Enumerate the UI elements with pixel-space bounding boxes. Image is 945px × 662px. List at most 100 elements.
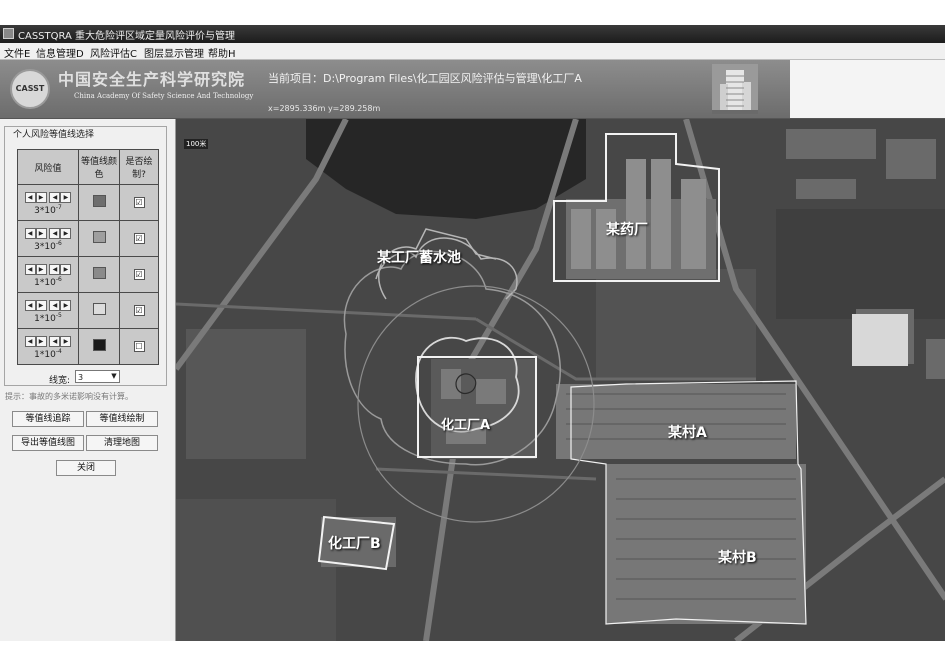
draw-cell: ☐ xyxy=(119,328,159,365)
risk-contour-panel: 个人风险等值线选择 风险值 等值线颜色 是否绘制? ◀ ▶ ◀ ▶ 3*10-7 ☑… xyxy=(0,119,176,641)
color-swatch[interactable] xyxy=(92,267,106,279)
col-draw-header: 是否绘制? xyxy=(119,149,159,185)
table-row: ◀ ▶ ◀ ▶ 1*10-4 ☐ xyxy=(17,328,159,365)
hint-text: 提示：事故的多米诺影响没有计算。 xyxy=(5,392,133,401)
decrease-arrow-icon[interactable]: ◀ xyxy=(49,299,61,311)
draw-cell: ☑ xyxy=(119,220,159,257)
increase-arrow-icon[interactable]: ▶ xyxy=(60,299,72,311)
app-icon xyxy=(3,28,14,39)
table-header: 风险值 等值线颜色 是否绘制? xyxy=(17,149,159,185)
decrease-arrow-icon[interactable]: ◀ xyxy=(24,191,36,203)
satellite-map[interactable]: 100米 某工厂蓄水池 某药厂 化工厂A 某村A 化工厂B 某村B xyxy=(176,119,945,641)
draw-cell: ☑ xyxy=(119,292,159,329)
cursor-coordinates: x=2895.336m y=289.258m xyxy=(268,104,381,113)
contour-trace-button[interactable]: 等值线追踪 xyxy=(12,411,84,427)
draw-checkbox[interactable]: ☑ xyxy=(133,233,145,244)
map-imagery xyxy=(176,119,945,641)
risk-stepper: ◀ ▶ ◀ ▶ xyxy=(18,227,78,239)
close-button[interactable]: 关闭 xyxy=(56,460,116,476)
risk-table: 风险值 等值线颜色 是否绘制? ◀ ▶ ◀ ▶ 3*10-7 ☑ ◀ ▶ ◀ ▶ 3*1… xyxy=(17,149,159,365)
menu-layer-display[interactable]: 图层显示管理 xyxy=(144,45,204,60)
risk-contour-group: 个人风险等值线选择 风险值 等值线颜色 是否绘制? ◀ ▶ ◀ ▶ 3*10-7 ☑… xyxy=(4,126,167,386)
increase-arrow-icon[interactable]: ▶ xyxy=(35,299,47,311)
org-name-en: China Academy Of Safety Science And Tech… xyxy=(74,92,254,100)
menu-risk-assessment[interactable]: 风险评估C xyxy=(90,45,137,60)
map-label-plant-b: 化工厂B xyxy=(328,536,381,552)
table-row: ◀ ▶ ◀ ▶ 3*10-6 ☑ xyxy=(17,220,159,257)
decrease-arrow-icon[interactable]: ◀ xyxy=(49,227,61,239)
decrease-arrow-icon[interactable]: ◀ xyxy=(24,335,36,347)
color-cell xyxy=(78,292,120,329)
clear-map-button[interactable]: 清理地图 xyxy=(86,435,158,451)
building-image xyxy=(712,64,758,114)
increase-arrow-icon[interactable]: ▶ xyxy=(60,263,72,275)
color-cell xyxy=(78,256,120,293)
map-scale: 100米 xyxy=(184,139,209,149)
decrease-arrow-icon[interactable]: ◀ xyxy=(24,299,36,311)
increase-arrow-icon[interactable]: ▶ xyxy=(35,335,47,347)
project-label: 当前项目： xyxy=(268,72,323,85)
increase-arrow-icon[interactable]: ▶ xyxy=(35,227,47,239)
line-width-value: 3 xyxy=(78,373,84,382)
increase-arrow-icon[interactable]: ▶ xyxy=(60,191,72,203)
decrease-arrow-icon[interactable]: ◀ xyxy=(49,263,61,275)
risk-value-cell: ◀ ▶ ◀ ▶ 3*10-7 xyxy=(17,184,79,221)
risk-stepper: ◀ ▶ ◀ ▶ xyxy=(18,299,78,311)
menu-file[interactable]: 文件E xyxy=(4,45,30,60)
institute-logo: CASST xyxy=(10,69,50,109)
header-banner: CASST 中国安全生产科学研究院 China Academy Of Safet… xyxy=(0,60,945,119)
increase-arrow-icon[interactable]: ▶ xyxy=(35,191,47,203)
decrease-arrow-icon[interactable]: ◀ xyxy=(49,335,61,347)
decrease-arrow-icon[interactable]: ◀ xyxy=(24,263,36,275)
draw-checkbox[interactable]: ☑ xyxy=(133,269,145,280)
header-right-blank xyxy=(790,60,945,118)
decrease-arrow-icon[interactable]: ◀ xyxy=(24,227,36,239)
draw-checkbox[interactable]: ☐ xyxy=(133,341,145,352)
line-width-select[interactable]: 3 ▼ xyxy=(75,370,120,383)
risk-value: 1*10-6 xyxy=(34,275,62,288)
col-risk-header: 风险值 xyxy=(17,149,79,185)
increase-arrow-icon[interactable]: ▶ xyxy=(35,263,47,275)
map-label-pond: 某工厂蓄水池 xyxy=(377,250,461,266)
menu-info-management[interactable]: 信息管理D xyxy=(36,45,84,60)
risk-value: 3*10-7 xyxy=(34,203,62,216)
risk-stepper: ◀ ▶ ◀ ▶ xyxy=(18,335,78,347)
current-project: 当前项目：D:\Program Files\化工园区风险评估与管理\化工厂A xyxy=(268,70,582,86)
map-label-village-b: 某村B xyxy=(718,550,757,566)
org-name-cn: 中国安全生产科学研究院 xyxy=(58,70,246,89)
color-cell xyxy=(78,328,120,365)
map-label-village-a: 某村A xyxy=(668,425,707,441)
contour-draw-button[interactable]: 等值线绘制 xyxy=(86,411,158,427)
line-width-label: 线宽: xyxy=(49,376,71,386)
risk-value: 1*10-4 xyxy=(34,347,62,360)
menu-bar: 文件E 信息管理D 风险评估C 图层显示管理 帮助H xyxy=(0,43,945,60)
color-cell xyxy=(78,184,120,221)
draw-cell: ☑ xyxy=(119,256,159,293)
table-row: ◀ ▶ ◀ ▶ 3*10-7 ☑ xyxy=(17,184,159,221)
map-label-pharma: 某药厂 xyxy=(606,222,648,238)
risk-value: 3*10-6 xyxy=(34,239,62,252)
draw-checkbox[interactable]: ☑ xyxy=(133,197,145,208)
map-label-plant-a: 化工厂A xyxy=(441,418,491,433)
draw-checkbox[interactable]: ☑ xyxy=(133,305,145,316)
col-color-header: 等值线颜色 xyxy=(78,149,120,185)
table-row: ◀ ▶ ◀ ▶ 1*10-6 ☑ xyxy=(17,256,159,293)
group-title: 个人风险等值线选择 xyxy=(11,127,97,140)
decrease-arrow-icon[interactable]: ◀ xyxy=(49,191,61,203)
risk-stepper: ◀ ▶ ◀ ▶ xyxy=(18,263,78,275)
color-swatch[interactable] xyxy=(92,303,106,315)
table-row: ◀ ▶ ◀ ▶ 1*10-5 ☑ xyxy=(17,292,159,329)
color-swatch[interactable] xyxy=(92,195,106,207)
color-swatch[interactable] xyxy=(92,339,106,351)
risk-value: 1*10-5 xyxy=(34,311,62,324)
risk-value-cell: ◀ ▶ ◀ ▶ 1*10-5 xyxy=(17,292,79,329)
color-swatch[interactable] xyxy=(92,231,106,243)
increase-arrow-icon[interactable]: ▶ xyxy=(60,335,72,347)
export-contour-button[interactable]: 导出等值线图 xyxy=(12,435,84,451)
increase-arrow-icon[interactable]: ▶ xyxy=(60,227,72,239)
risk-value-cell: ◀ ▶ ◀ ▶ 1*10-6 xyxy=(17,256,79,293)
chevron-down-icon: ▼ xyxy=(111,372,117,380)
menu-help[interactable]: 帮助H xyxy=(208,45,236,60)
draw-cell: ☑ xyxy=(119,184,159,221)
title-bar: CASSTQRA 重大危险评区域定量风险评价与管理 xyxy=(0,25,945,43)
